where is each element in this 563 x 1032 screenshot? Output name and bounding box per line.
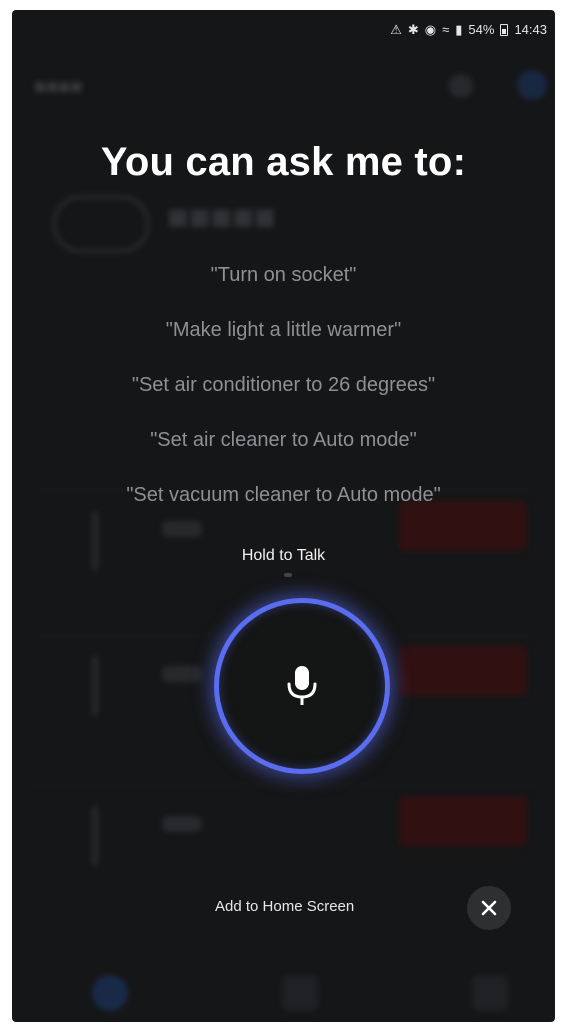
background-avatar xyxy=(517,70,547,100)
phone-frame: ■■■■ ■■■■■ ⚠ ✱ ◉ ≈ ▮ 54% 14:43 You can a… xyxy=(0,0,563,1032)
assistant-title: You can ask me to: xyxy=(100,140,467,184)
example-command: "Turn on socket" xyxy=(210,264,357,286)
screen: ■■■■ ■■■■■ ⚠ ✱ ◉ ≈ ▮ 54% 14:43 You can a… xyxy=(12,10,555,1022)
background-device-label xyxy=(162,666,202,682)
background-weather-text: ■■■■■ xyxy=(167,196,276,237)
background-nav-home-icon xyxy=(92,975,128,1011)
signal-icon: ▮ xyxy=(455,22,463,37)
wifi-icon: ≈ xyxy=(442,22,450,37)
close-button[interactable] xyxy=(467,886,511,930)
example-command: "Set vacuum cleaner to Auto mode" xyxy=(126,484,441,506)
microphone-icon xyxy=(287,666,317,705)
notification-icon: ◉ xyxy=(424,22,437,37)
background-device-icon xyxy=(92,806,98,866)
clock: 14:43 xyxy=(514,22,547,37)
hold-to-talk-label: Hold to Talk xyxy=(241,547,326,564)
background-cloud-icon xyxy=(52,195,150,253)
alert-icon: ⚠ xyxy=(390,22,402,37)
background-header: ■■■■ xyxy=(34,76,83,98)
hold-to-talk-button[interactable] xyxy=(214,598,390,774)
close-icon xyxy=(481,900,497,916)
battery-percent: 54% xyxy=(468,22,495,37)
background-nav-settings-icon xyxy=(472,975,508,1011)
example-commands-list: "Turn on socket" "Make light a little wa… xyxy=(12,255,555,530)
background-bell-icon xyxy=(449,74,473,98)
background-device-button xyxy=(399,796,527,846)
battery-icon xyxy=(500,23,509,36)
example-command: "Make light a little warmer" xyxy=(165,319,402,341)
example-command: "Set air conditioner to 26 degrees" xyxy=(131,374,436,396)
example-command: "Set air cleaner to Auto mode" xyxy=(150,429,417,451)
edge-panel-handle[interactable] xyxy=(0,630,12,815)
background-device-icon xyxy=(92,656,98,716)
background-device-button xyxy=(399,646,527,696)
bluetooth-icon: ✱ xyxy=(407,22,419,37)
hold-indicator xyxy=(284,573,292,577)
background-device-row xyxy=(32,785,535,906)
status-bar: ⚠ ✱ ◉ ≈ ▮ 54% 14:43 xyxy=(390,22,547,37)
background-nav-devices-icon xyxy=(282,975,318,1011)
background-device-label xyxy=(162,816,202,832)
add-to-home-link[interactable]: Add to Home Screen xyxy=(215,898,354,915)
